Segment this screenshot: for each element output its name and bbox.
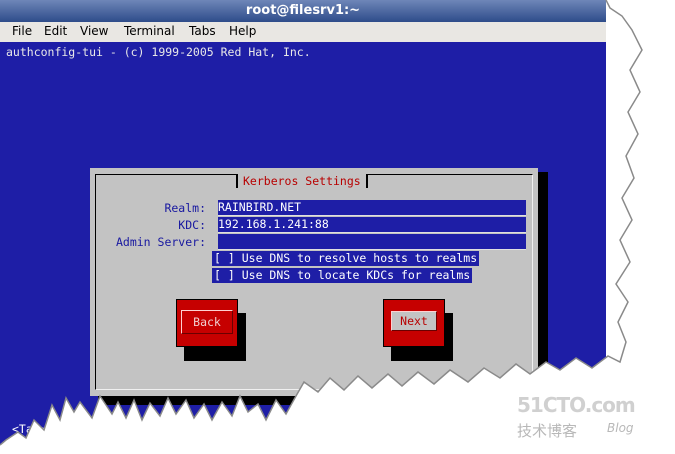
watermark-logo: 51CTO.com — [517, 393, 636, 417]
menu-terminal[interactable]: Terminal — [124, 24, 175, 38]
kdc-input[interactable]: 192.168.1.241:88 — [218, 217, 526, 233]
realm-input[interactable]: RAINBIRD.NET — [218, 200, 526, 216]
terminal-header-text: authconfig-tui - (c) 1999-2005 Red Hat, … — [6, 45, 311, 59]
status-line: <Tab>/<Alt-Tab> between elements — [12, 422, 234, 436]
menu-tabs[interactable]: Tabs — [189, 24, 216, 38]
realm-label: Realm: — [164, 201, 206, 215]
terminal-area[interactable]: authconfig-tui - (c) 1999-2005 Red Hat, … — [0, 42, 606, 445]
watermark-subtitle: 技术博客 — [517, 422, 578, 440]
checkbox-label: Use DNS to locate KDCs for realms — [241, 268, 471, 282]
dialog-frame: Kerberos Settings Realm: RAINBIRD.NET KD… — [95, 174, 533, 390]
checkbox-mark: [ ] — [214, 251, 235, 265]
back-button[interactable]: Back — [176, 299, 238, 347]
window-title: root@filesrv1:~ — [0, 0, 606, 22]
menu-view[interactable]: View — [80, 24, 108, 38]
dns-locate-kdcs-checkbox[interactable]: [ ] Use DNS to locate KDCs for realms — [212, 268, 473, 283]
admin-server-label: Admin Server: — [115, 235, 206, 249]
admin-server-input[interactable] — [218, 234, 526, 250]
menu-bar: File Edit View Terminal Tabs Help — [0, 22, 606, 43]
kerberos-dialog: Kerberos Settings Realm: RAINBIRD.NET KD… — [90, 168, 538, 396]
watermark-blog: Blog — [607, 421, 634, 435]
dialog-title: Kerberos Settings — [236, 174, 368, 188]
menu-edit[interactable]: Edit — [44, 24, 67, 38]
menu-file[interactable]: File — [12, 24, 32, 38]
back-button-label: Back — [181, 310, 233, 334]
kdc-label: KDC: — [178, 218, 206, 232]
dns-resolve-hosts-checkbox[interactable]: [ ] Use DNS to resolve hosts to realms — [212, 251, 480, 266]
checkbox-mark: [ ] — [214, 268, 235, 282]
menu-help[interactable]: Help — [229, 24, 256, 38]
terminal-window: root@filesrv1:~ File Edit View Terminal … — [0, 0, 606, 445]
watermark: 51CTO.com 技术博客 Blog — [517, 393, 636, 440]
checkbox-label: Use DNS to resolve hosts to realms — [241, 251, 478, 265]
next-button[interactable]: Next — [383, 299, 445, 347]
next-button-label: Next — [391, 311, 437, 331]
